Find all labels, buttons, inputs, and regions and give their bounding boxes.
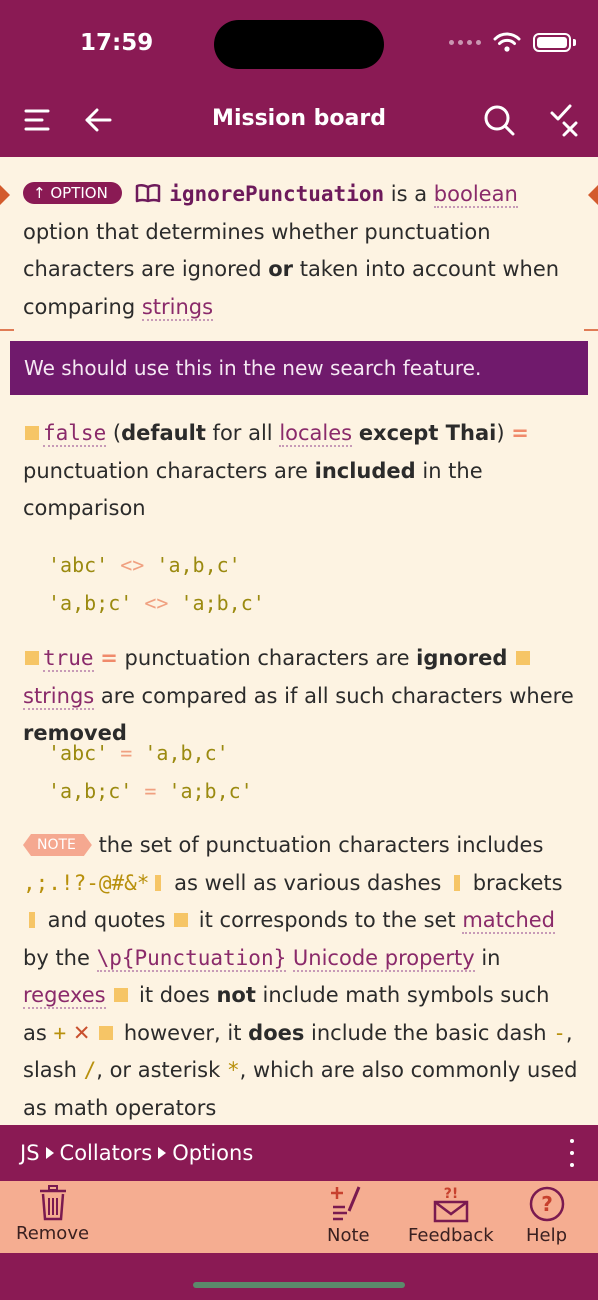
separator-square	[99, 1025, 114, 1040]
book-icon	[135, 183, 160, 203]
app-header: 17:59 Mission board	[0, 0, 598, 157]
remove-button[interactable]: Remove	[16, 1185, 89, 1244]
status-time: 17:59	[80, 30, 154, 56]
article-content: ↑ OPTION ignorePunctuation is a boolean …	[0, 157, 598, 1125]
false-item: false (default for all locales except Th…	[23, 421, 529, 520]
link-strings[interactable]: strings	[141, 294, 214, 321]
bottom-safe-area	[0, 1253, 598, 1300]
separator-square	[174, 913, 189, 927]
bullet-square	[25, 651, 39, 665]
link-punctuation-property[interactable]: \p{Punctuation}	[96, 945, 287, 972]
breadcrumb-item[interactable]: Collators	[60, 1141, 153, 1165]
home-indicator[interactable]	[193, 1282, 405, 1288]
search-icon[interactable]	[479, 100, 519, 140]
check-clear-icon[interactable]	[544, 100, 584, 140]
separator-bar	[29, 912, 35, 928]
note-button[interactable]: Note	[327, 1185, 370, 1246]
punct-chars: ,;.!?-@#&*	[23, 870, 150, 895]
separator-bar	[155, 874, 162, 891]
note-paragraph: NOTE the set of punctuation characters i…	[23, 833, 578, 1120]
add-note-icon	[331, 1186, 361, 1221]
status-icons	[449, 32, 576, 52]
intro-paragraph: ↑ OPTION ignorePunctuation is a boolean …	[23, 182, 560, 321]
wifi-icon	[493, 32, 521, 52]
code-line: 'abc' <> 'a,b,c'	[48, 553, 241, 577]
user-note-banner[interactable]: We should use this in the new search fea…	[10, 341, 588, 395]
chevron-right-icon	[158, 1147, 167, 1159]
link-boolean[interactable]: boolean	[433, 182, 518, 208]
code-line: 'a,b;c' <> 'a;b,c'	[48, 591, 265, 615]
trash-icon	[39, 1185, 66, 1221]
breadcrumb-item[interactable]: JS	[20, 1141, 40, 1165]
left-edge-marker	[0, 185, 10, 205]
link-locales[interactable]: locales	[279, 421, 353, 447]
svg-text:?!: ?!	[444, 1186, 459, 1202]
bottom-toolbar: Remove Note ?! Feedback ? Help	[0, 1181, 598, 1253]
code-line: 'abc' = 'a,b,c'	[48, 741, 229, 765]
separator-square	[114, 988, 129, 1002]
help-icon: ?	[529, 1186, 564, 1222]
note-tag: NOTE	[23, 834, 92, 856]
bullet-square	[25, 426, 39, 440]
separator-bar	[454, 874, 461, 891]
link-unicode-property[interactable]: Unicode property	[292, 945, 475, 972]
feedback-button[interactable]: ?! Feedback	[408, 1185, 494, 1246]
more-vertical-icon[interactable]	[570, 1139, 576, 1167]
option-tag: ↑ OPTION	[23, 182, 122, 204]
separator-square	[516, 651, 531, 665]
plus-symbol: +	[53, 1020, 67, 1045]
link-regexes[interactable]: regexes	[23, 983, 106, 1009]
breadcrumb: JS Collators Options	[0, 1125, 598, 1181]
right-edge-marker	[588, 185, 598, 205]
option-name: ignorePunctuation	[169, 182, 385, 206]
true-code-block: 'abc' = 'a,b,c' 'a,b;c' = 'a;b,c'	[48, 734, 253, 810]
times-symbol: ✕	[72, 1020, 91, 1045]
link-strings-2[interactable]: strings	[23, 683, 95, 710]
svg-text:?: ?	[541, 1192, 553, 1216]
dynamic-island	[214, 20, 384, 69]
feedback-mail-icon: ?!	[433, 1186, 469, 1223]
breadcrumb-item[interactable]: Options	[172, 1141, 253, 1165]
value-false[interactable]: false	[43, 421, 107, 447]
left-edge-line	[0, 329, 14, 331]
code-line: 'a,b;c' = 'a;b,c'	[48, 779, 253, 803]
right-edge-line	[584, 329, 598, 331]
cellular-signal-icon	[449, 39, 481, 45]
false-code-block: 'abc' <> 'a,b,c' 'a,b;c' <> 'a;b,c'	[48, 546, 265, 622]
value-true[interactable]: true	[43, 646, 94, 672]
battery-tip	[573, 38, 576, 46]
help-button[interactable]: ? Help	[526, 1185, 567, 1246]
battery-icon	[533, 32, 571, 52]
link-matched[interactable]: matched	[462, 908, 556, 934]
chevron-right-icon	[45, 1147, 54, 1159]
